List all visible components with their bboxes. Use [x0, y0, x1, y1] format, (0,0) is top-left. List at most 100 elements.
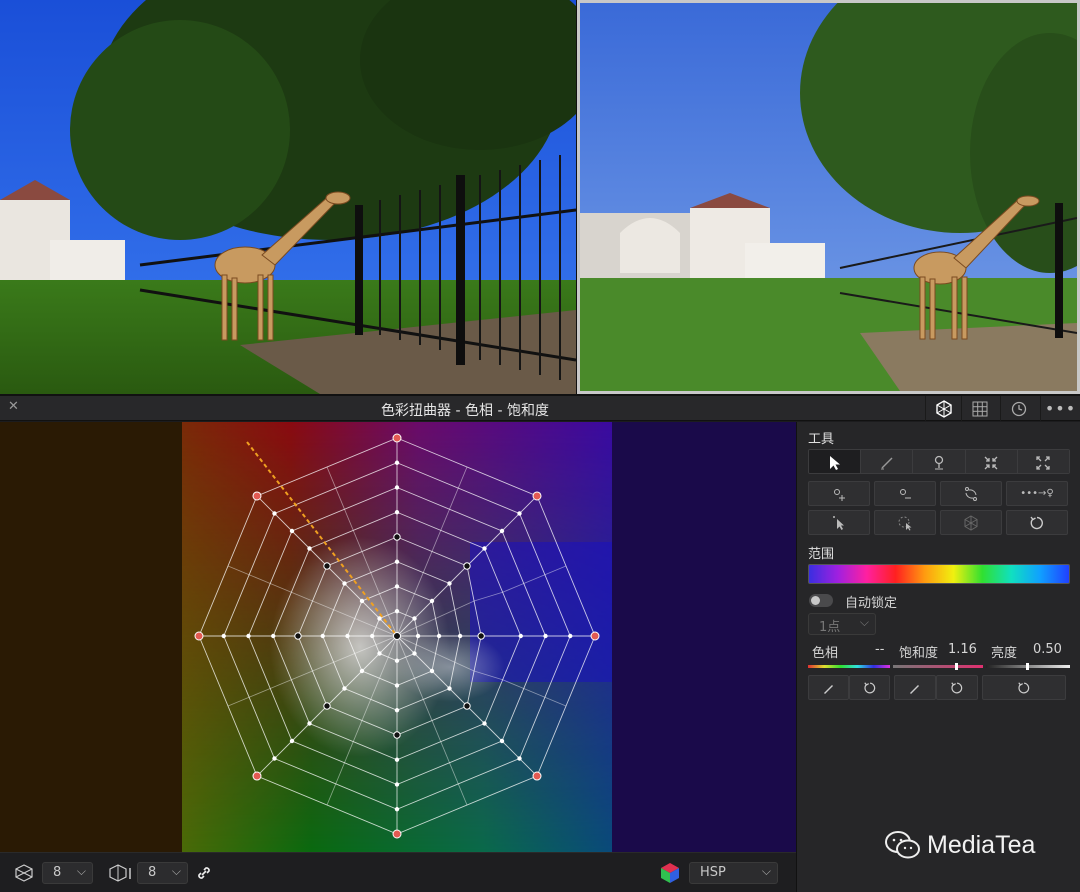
warper-point[interactable]	[543, 633, 548, 639]
warper-point[interactable]	[477, 632, 485, 640]
warper-edge-point[interactable]	[194, 631, 204, 641]
history-icon[interactable]	[1000, 396, 1036, 421]
warper-point[interactable]	[394, 510, 400, 515]
warper-point[interactable]	[320, 633, 325, 639]
warper-point[interactable]	[289, 528, 295, 534]
warper-point[interactable]	[271, 633, 276, 639]
warper-point[interactable]	[307, 721, 312, 726]
warper-point[interactable]	[394, 807, 400, 812]
warper-point[interactable]	[499, 528, 505, 534]
warper-edge-point[interactable]	[532, 771, 542, 781]
hue-slider[interactable]	[808, 665, 890, 668]
warper-point[interactable]	[394, 584, 400, 589]
sat-picker-icon[interactable]	[894, 675, 936, 700]
luminance-value[interactable]: 0.50	[1033, 642, 1062, 657]
lum-reset-icon[interactable]	[982, 675, 1066, 700]
more-options-icon[interactable]: •••	[1040, 396, 1080, 421]
hue-resolution-dropdown[interactable]: 8 ⌵	[42, 862, 93, 884]
warper-point[interactable]	[272, 756, 277, 761]
warper-point[interactable]	[412, 651, 417, 656]
pin-tool-icon[interactable]	[913, 450, 966, 473]
saturation-slider[interactable]	[893, 665, 983, 668]
saturation-value[interactable]: 1.16	[948, 642, 977, 657]
warper-point[interactable]	[221, 633, 226, 639]
range-hue-bar[interactable]	[808, 564, 1070, 584]
warper-point[interactable]	[394, 683, 400, 688]
warper-point[interactable]	[272, 511, 277, 516]
warper-point[interactable]	[294, 632, 302, 640]
warper-point[interactable]	[377, 651, 382, 656]
warper-point[interactable]	[412, 616, 417, 621]
warper-point[interactable]	[393, 731, 401, 739]
warper-edge-point[interactable]	[252, 491, 262, 501]
warper-point[interactable]	[463, 562, 471, 570]
warper-point[interactable]	[393, 533, 401, 541]
warper-point[interactable]	[394, 559, 400, 564]
color-warper-icon[interactable]	[925, 396, 961, 421]
hue-reset-icon[interactable]	[849, 675, 890, 700]
warper-edge-point[interactable]	[392, 829, 402, 839]
warper-point[interactable]	[518, 633, 523, 639]
hue-picker-icon[interactable]	[808, 675, 849, 700]
warper-point[interactable]	[463, 702, 471, 710]
warper-point[interactable]	[359, 668, 365, 674]
warper-point[interactable]	[394, 757, 400, 762]
warper-edge-point[interactable]	[392, 433, 402, 443]
warper-point[interactable]	[447, 686, 452, 691]
colorspace-dropdown[interactable]: HSP ⌵	[689, 862, 778, 884]
expand-tool-icon[interactable]	[1017, 450, 1069, 473]
contract-tool-icon[interactable]	[965, 450, 1018, 473]
warper-point[interactable]	[342, 686, 347, 691]
warper-point[interactable]	[394, 485, 400, 490]
warper-point[interactable]	[394, 609, 400, 614]
warper-point[interactable]	[447, 581, 452, 586]
warper-point[interactable]	[457, 633, 463, 639]
warper-point[interactable]	[246, 633, 251, 639]
link-icon[interactable]	[196, 865, 212, 881]
remove-point-icon[interactable]	[874, 481, 936, 506]
select-cursor-icon[interactable]	[808, 510, 870, 535]
warper-point[interactable]	[517, 511, 522, 516]
saturation-slider-handle[interactable]	[955, 663, 958, 670]
warper-point[interactable]	[359, 598, 365, 604]
grid-icon[interactable]	[961, 396, 997, 421]
sat-reset-icon[interactable]	[936, 675, 978, 700]
warper-point[interactable]	[342, 581, 347, 586]
warper-point[interactable]	[394, 708, 400, 713]
warper-point[interactable]	[415, 633, 421, 639]
warper-point[interactable]	[289, 738, 295, 744]
warper-point[interactable]	[429, 668, 435, 674]
warper-point[interactable]	[482, 721, 487, 726]
auto-lock-toggle[interactable]	[809, 594, 833, 607]
warper-edge-point[interactable]	[532, 491, 542, 501]
warper-point[interactable]	[499, 738, 505, 744]
warper-point[interactable]	[345, 633, 350, 639]
color-warper-grid[interactable]	[0, 422, 796, 852]
warper-edge-point[interactable]	[590, 631, 600, 641]
hue-value[interactable]: --	[875, 642, 884, 657]
warper-point[interactable]	[394, 460, 400, 465]
warper-point[interactable]	[377, 616, 382, 621]
warper-point[interactable]	[429, 598, 435, 604]
warper-edge-point[interactable]	[252, 771, 262, 781]
warper-point[interactable]	[517, 756, 522, 761]
warper-point[interactable]	[394, 782, 400, 787]
reset-icon[interactable]	[1006, 510, 1068, 535]
warper-center-point[interactable]	[393, 632, 401, 640]
warper-point[interactable]	[436, 633, 442, 639]
warper-point[interactable]	[482, 546, 487, 551]
lasso-select-icon[interactable]	[874, 510, 936, 535]
warper-point[interactable]	[323, 562, 331, 570]
luminance-slider-handle[interactable]	[1026, 663, 1029, 670]
warper-point[interactable]	[394, 658, 400, 663]
sat-resolution-dropdown[interactable]: 8 ⌵	[137, 862, 188, 884]
point-to-pin-icon[interactable]: •••→♀	[1006, 481, 1068, 506]
warper-point[interactable]	[323, 702, 331, 710]
points-dropdown[interactable]: 1点 ⌵	[808, 613, 876, 635]
brush-tool-icon[interactable]	[861, 450, 914, 473]
warper-point[interactable]	[568, 633, 573, 639]
add-point-icon[interactable]	[808, 481, 870, 506]
web-select-icon[interactable]	[940, 510, 1002, 535]
swap-points-icon[interactable]	[940, 481, 1002, 506]
pointer-tool-icon[interactable]	[809, 450, 862, 473]
